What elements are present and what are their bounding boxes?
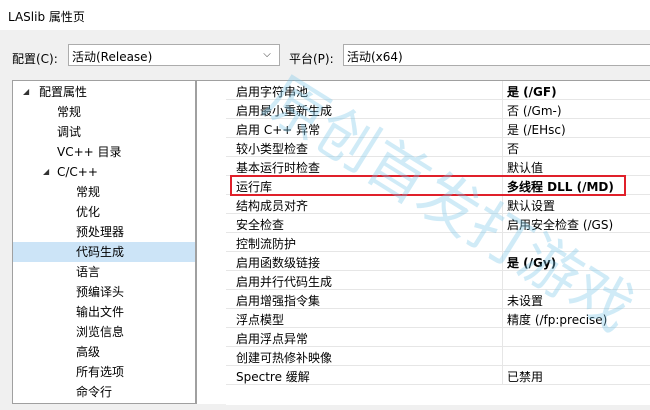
tree-item-config-props[interactable]: ◢ 配置属性 xyxy=(13,82,195,102)
property-row[interactable]: 安全检查 启用安全检查 (/GS) xyxy=(226,214,650,233)
tree-item-all-options[interactable]: 所有选项 xyxy=(76,362,124,382)
property-row[interactable]: 浮点模型 精度 (/fp:precise) xyxy=(226,309,650,328)
window-title: LASlib 属性页 xyxy=(8,10,85,24)
property-row[interactable]: 创建可热修补映像 xyxy=(226,347,650,366)
tree-item-command-line[interactable]: 命令行 xyxy=(76,382,112,402)
tree-item-advanced[interactable]: 高级 xyxy=(76,342,100,362)
title-bar: LASlib 属性页 xyxy=(0,0,650,30)
tree-item-precompiled-headers[interactable]: 预编译头 xyxy=(76,282,124,302)
highlight-box xyxy=(230,175,626,196)
property-row[interactable]: 基本运行时检查 默认值 xyxy=(226,157,650,176)
property-row[interactable]: 启用函数级链接是 (/Gy) xyxy=(226,252,650,271)
tree-item-vc-directories[interactable]: VC++ 目录 xyxy=(57,142,122,162)
expanded-triangle-icon: ◢ xyxy=(43,167,50,176)
property-row[interactable]: 启用字符串池是 (/GF) xyxy=(226,81,650,100)
property-row[interactable]: 控制流防护 xyxy=(226,233,650,252)
tree-item-output-files[interactable]: 输出文件 xyxy=(76,302,124,322)
tree-item-browse-info[interactable]: 浏览信息 xyxy=(76,322,124,342)
property-row[interactable]: 启用 C++ 异常是 (/EHsc) xyxy=(226,119,650,138)
property-row[interactable]: 启用并行代码生成 xyxy=(226,271,650,290)
tree-item-cpp[interactable]: ◢ C/C++ xyxy=(13,162,195,182)
property-row[interactable]: 结构成员对齐 默认设置 xyxy=(226,195,650,214)
chevron-down-icon: ⌵ xyxy=(263,49,271,60)
config-label: 配置(C): xyxy=(12,52,58,66)
property-row[interactable]: 启用浮点异常 xyxy=(226,328,650,347)
config-value: 活动(Release) xyxy=(72,50,153,64)
tree-item-cpp-general[interactable]: 常规 xyxy=(76,182,100,202)
tree-item-optimization[interactable]: 优化 xyxy=(76,202,100,222)
tree-item-preprocessor[interactable]: 预处理器 xyxy=(76,222,124,242)
platform-value: 活动(x64) xyxy=(347,50,403,64)
configuration-bar: 配置(C): 活动(Release) ⌵ 平台(P): 活动(x64) xyxy=(0,30,650,80)
property-tree[interactable]: ◢ 配置属性 常规 调试 VC++ 目录 ◢ C/C++ 常规 优化 预处理器 … xyxy=(12,80,196,404)
property-row[interactable]: 启用增强指令集 未设置 xyxy=(226,290,650,309)
property-row[interactable]: 较小类型检查否 xyxy=(226,138,650,157)
property-grid-gutter xyxy=(196,80,226,404)
tree-item-general[interactable]: 常规 xyxy=(57,102,81,122)
platform-dropdown[interactable]: 活动(x64) xyxy=(343,44,650,66)
tree-item-debugging[interactable]: 调试 xyxy=(57,122,81,142)
property-grid[interactable]: 启用字符串池是 (/GF) 启用最小重新生成否 (/Gm-) 启用 C++ 异常… xyxy=(226,80,650,405)
tree-item-code-generation[interactable]: 代码生成 xyxy=(13,242,195,262)
tree-item-language[interactable]: 语言 xyxy=(76,262,100,282)
property-row[interactable]: Spectre 缓解 已禁用 xyxy=(226,366,650,385)
expanded-triangle-icon: ◢ xyxy=(23,87,30,96)
platform-label: 平台(P): xyxy=(289,52,334,66)
config-dropdown[interactable]: 活动(Release) ⌵ xyxy=(68,44,280,66)
property-row[interactable]: 启用最小重新生成否 (/Gm-) xyxy=(226,100,650,119)
